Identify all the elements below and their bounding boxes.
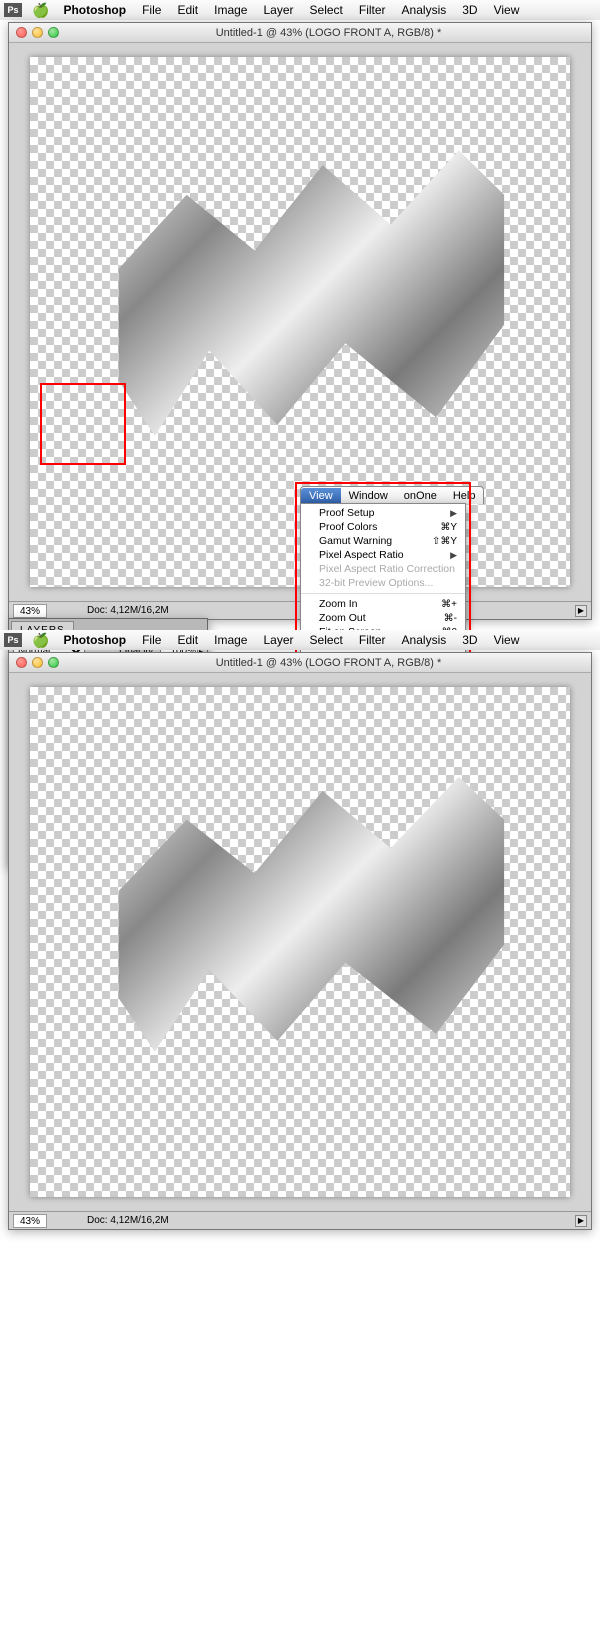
window-title: Untitled-1 @ 43% (LOGO FRONT A, RGB/8) * — [66, 657, 591, 669]
menu-edit[interactable]: Edit — [177, 3, 198, 17]
macos-menubar-2: Ps 🍏 Photoshop File Edit Image Layer Sel… — [0, 630, 600, 650]
close-button[interactable] — [16, 657, 27, 668]
menu-analysis[interactable]: Analysis — [402, 633, 447, 647]
menu-item: Pixel Aspect Ratio Correction — [301, 562, 465, 576]
logo-artwork — [73, 121, 527, 492]
close-button[interactable] — [16, 27, 27, 38]
menu-select[interactable]: Select — [310, 633, 343, 647]
popup-menu-window[interactable]: Window — [341, 488, 396, 504]
zoom-level[interactable]: 43% — [13, 1214, 47, 1228]
apple-menu[interactable]: 🍏 — [32, 2, 49, 19]
minimize-button[interactable] — [32, 657, 43, 668]
macos-menubar: Ps 🍏 Photoshop File Edit Image Layer Sel… — [0, 0, 600, 20]
menu-3d[interactable]: 3D — [462, 633, 477, 647]
app-name[interactable]: Photoshop — [63, 3, 126, 17]
menu-file[interactable]: File — [142, 3, 161, 17]
doc-size: Doc: 4,12M/16,2M — [87, 1215, 169, 1226]
menu-filter[interactable]: Filter — [359, 3, 386, 17]
minimize-button[interactable] — [32, 27, 43, 38]
annotation-highlight-canvas — [40, 383, 126, 465]
window-titlebar[interactable]: Untitled-1 @ 43% (LOGO FRONT A, RGB/8) * — [9, 23, 591, 43]
apple-menu[interactable]: 🍏 — [32, 632, 49, 649]
status-flyout[interactable]: ▶ — [575, 1215, 587, 1227]
doc-size: Doc: 4,12M/16,2M — [87, 605, 169, 616]
app-name[interactable]: Photoshop — [63, 633, 126, 647]
zoom-button[interactable] — [48, 657, 59, 668]
menu-image[interactable]: Image — [214, 633, 247, 647]
window-title: Untitled-1 @ 43% (LOGO FRONT A, RGB/8) * — [66, 27, 591, 39]
menu-layer[interactable]: Layer — [263, 633, 293, 647]
menu-item[interactable]: Zoom Out⌘- — [301, 611, 465, 625]
menu-item[interactable]: Gamut Warning⇧⌘Y — [301, 534, 465, 548]
status-flyout[interactable]: ▶ — [575, 605, 587, 617]
menu-image[interactable]: Image — [214, 3, 247, 17]
menu-item[interactable]: Pixel Aspect Ratio▶ — [301, 548, 465, 562]
menu-view[interactable]: View — [494, 633, 520, 647]
menu-view[interactable]: View — [494, 3, 520, 17]
ps-app-icon: Ps — [4, 3, 22, 17]
menu-filter[interactable]: Filter — [359, 633, 386, 647]
menu-item[interactable]: Proof Setup▶ — [301, 506, 465, 520]
menu-item: 32-bit Preview Options... — [301, 576, 465, 590]
menu-layer[interactable]: Layer — [263, 3, 293, 17]
zoom-button[interactable] — [48, 27, 59, 38]
menu-analysis[interactable]: Analysis — [402, 3, 447, 17]
zoom-level[interactable]: 43% — [13, 604, 47, 618]
menu-edit[interactable]: Edit — [177, 633, 198, 647]
popup-menu-onone[interactable]: onOne — [396, 488, 445, 504]
menu-3d[interactable]: 3D — [462, 3, 477, 17]
logo-artwork — [73, 748, 527, 1105]
ps-app-icon: Ps — [4, 633, 22, 647]
menu-select[interactable]: Select — [310, 3, 343, 17]
document-canvas-2[interactable] — [30, 687, 570, 1197]
document-window-2: Untitled-1 @ 43% (LOGO FRONT A, RGB/8) *… — [8, 652, 592, 1230]
menu-item[interactable]: Proof Colors⌘Y — [301, 520, 465, 534]
popup-menu-view[interactable]: View — [301, 488, 341, 504]
status-bar: 43% Doc: 4,12M/16,2M ▶ — [9, 1211, 591, 1229]
window-titlebar[interactable]: Untitled-1 @ 43% (LOGO FRONT A, RGB/8) * — [9, 653, 591, 673]
secondary-menubar: View Window onOne Help — [300, 486, 484, 504]
menu-item[interactable]: Zoom In⌘+ — [301, 597, 465, 611]
popup-menu-help[interactable]: Help — [445, 488, 484, 504]
menu-file[interactable]: File — [142, 633, 161, 647]
